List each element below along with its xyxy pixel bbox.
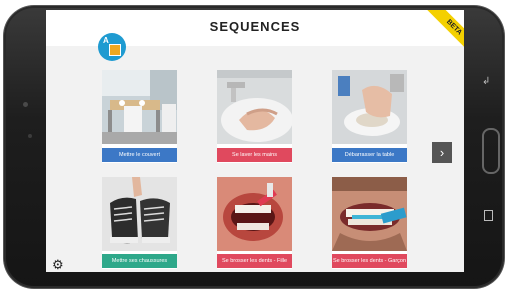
sequence-card-put-shoes[interactable]: Mettre ses chaussures bbox=[102, 177, 177, 269]
home-button[interactable] bbox=[482, 128, 500, 174]
clear-table-photo bbox=[332, 70, 407, 144]
logo-letter: A bbox=[103, 36, 109, 45]
back-button[interactable]: ↲ bbox=[482, 76, 490, 87]
card-label: Mettre ses chaussures bbox=[102, 254, 177, 268]
sensor-dot bbox=[28, 134, 32, 138]
gear-icon: ⚙ bbox=[52, 257, 64, 272]
sequence-card-brush-teeth-boy[interactable]: Se brosser les dents - Garçon bbox=[332, 177, 407, 269]
logo-square bbox=[109, 44, 121, 56]
recent-apps-button[interactable] bbox=[484, 210, 493, 221]
beta-ribbon: BETA bbox=[414, 10, 464, 60]
sequence-card-brush-teeth-girl[interactable]: Se brosser les dents - Fille bbox=[217, 177, 292, 269]
beta-badge: BETA bbox=[421, 10, 464, 60]
wash-hands-photo bbox=[217, 70, 292, 144]
next-page-button[interactable]: › bbox=[432, 142, 452, 163]
app-screen: SEQUENCES A BETA Mettre le couvert Se la… bbox=[46, 10, 464, 272]
card-label: Se brosser les dents - Fille bbox=[217, 254, 292, 268]
settings-button[interactable]: ⚙ bbox=[52, 257, 64, 272]
shoes-photo bbox=[102, 177, 177, 251]
card-label: Débarrasser la table bbox=[332, 148, 407, 162]
card-label: Mettre le couvert bbox=[102, 148, 177, 162]
page-title: SEQUENCES bbox=[209, 19, 301, 34]
card-label: Se laver les mains bbox=[217, 148, 292, 162]
chevron-right-icon: › bbox=[439, 145, 445, 160]
app-logo[interactable]: A bbox=[98, 33, 126, 61]
sequence-card-clear-table[interactable]: Débarrasser la table bbox=[332, 70, 407, 163]
brush-teeth-boy-photo bbox=[332, 177, 407, 251]
sequence-card-wash-hands[interactable]: Se laver les mains bbox=[217, 70, 292, 163]
brush-teeth-girl-photo bbox=[217, 177, 292, 251]
card-label: Se brosser les dents - Garçon bbox=[332, 254, 407, 268]
table-setting-photo bbox=[102, 70, 177, 144]
camera-dot bbox=[23, 102, 28, 107]
sequence-card-table-setting[interactable]: Mettre le couvert bbox=[102, 70, 177, 163]
